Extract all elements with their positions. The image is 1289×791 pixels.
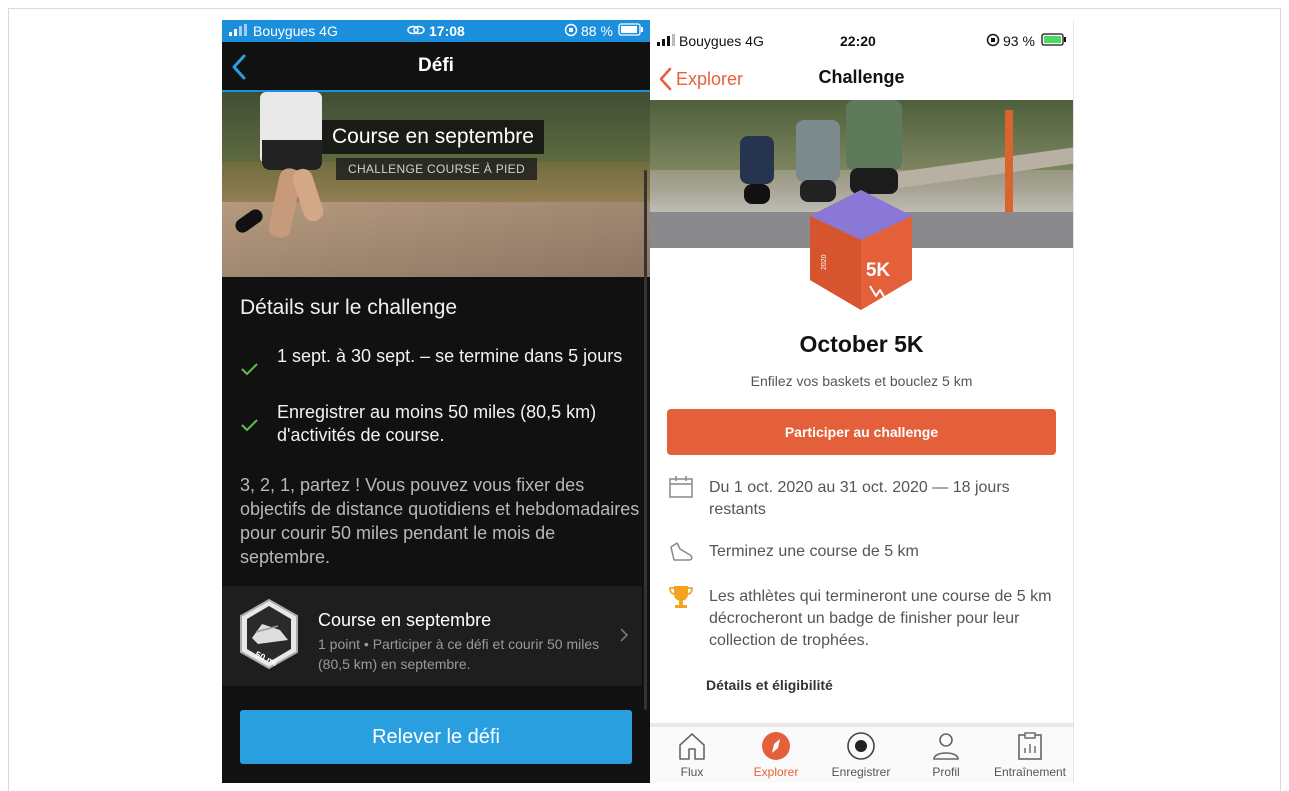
lock-rotation-icon: [986, 33, 1000, 50]
tab-label: Flux: [680, 765, 704, 779]
challenge-description: 3, 2, 1, partez ! Vous pouvez vous fixer…: [240, 475, 640, 567]
carrier-label: Bouygues 4G: [253, 23, 338, 39]
status-time: 17:08: [429, 23, 465, 39]
record-icon: [847, 732, 875, 760]
profile-icon: [933, 733, 959, 760]
tab-enregistrer[interactable]: Enregistrer: [819, 731, 903, 783]
runner-figure: [796, 120, 840, 182]
link-icon: [407, 23, 425, 39]
badge-card[interactable]: 50 mi Course en septembre 1 point • Part…: [222, 586, 642, 686]
runner-figure: [740, 136, 774, 184]
check-icon: [241, 419, 258, 432]
calendar-icon: [669, 476, 693, 498]
badge-year: 2020: [821, 254, 828, 270]
challenge-tagline: Enfilez vos baskets et bouclez 5 km: [750, 373, 973, 389]
tab-label: Explorer: [753, 765, 799, 779]
details-item-dates: 1 sept. à 30 sept. – se termine dans 5 j…: [277, 346, 623, 366]
info-row-reward: Les athlètes qui termineront une course …: [709, 588, 1052, 649]
lock-rotation-icon: [564, 23, 578, 40]
battery-icon: [618, 23, 644, 40]
scrollbar[interactable]: [644, 170, 647, 710]
tab-profil[interactable]: Profil: [904, 731, 988, 783]
status-time: 22:20: [840, 33, 876, 49]
hero-tag: CHALLENGE COURSE À PIED: [336, 158, 537, 180]
join-challenge-button[interactable]: Participer au challenge: [667, 409, 1056, 455]
details-item-goal: Enregistrer au moins 50 miles (80,5 km) …: [277, 402, 597, 445]
strava-challenge-screen: Bouygues 4G 22:20 93 % Explorer Challeng…: [650, 20, 1074, 783]
details-heading: Détails sur le challenge: [240, 296, 458, 319]
details-eligibility-link[interactable]: Détails et éligibilité: [706, 677, 833, 693]
chevron-right-icon: [620, 628, 629, 642]
tab-explorer[interactable]: Explorer: [734, 731, 818, 783]
home-icon: [679, 733, 705, 760]
tab-entrainement[interactable]: Entraînement: [988, 731, 1072, 783]
info-row-dates: Du 1 oct. 2020 au 31 oct. 2020 — 18 jour…: [709, 479, 1010, 518]
tab-label: Profil: [932, 765, 960, 779]
frame-border-left: [8, 8, 9, 791]
challenge-name: October 5K: [799, 331, 924, 357]
carrier-label: Bouygues 4G: [679, 33, 764, 49]
card-subtitle: 1 point • Participer à ce défi et courir…: [318, 636, 600, 672]
battery-icon: [1041, 33, 1067, 50]
hero-title: Course en septembre: [322, 120, 544, 154]
challenge-badge-icon: 5K 2020: [810, 190, 912, 310]
tab-label: Entraînement: [993, 765, 1067, 779]
page-title: Challenge: [818, 67, 905, 87]
check-icon: [241, 363, 258, 376]
shoe-badge-icon: 50 mi: [240, 598, 298, 670]
frame-border-top: [8, 8, 1281, 9]
hero-image: Course en septembre CHALLENGE COURSE À P…: [222, 92, 650, 277]
tab-flux[interactable]: Flux: [650, 731, 734, 783]
tab-bar: Flux Explorer Enregistrer Profil Entraîn…: [650, 723, 1073, 783]
battery-level: 93 %: [1003, 33, 1035, 49]
signal-icon: [228, 23, 248, 39]
shoe-icon: [670, 542, 693, 561]
frame-border-right: [1280, 8, 1281, 791]
battery-level: 88 %: [581, 23, 613, 39]
page-title: Défi: [418, 55, 454, 76]
status-bar: Bouygues 4G 22:20 93 %: [650, 20, 1073, 60]
card-title: Course en septembre: [318, 610, 492, 630]
nav-bar: Explorer Challenge: [650, 60, 1073, 100]
training-icon: [1018, 732, 1042, 760]
trophy-icon: [669, 586, 693, 608]
compass-icon: [762, 732, 790, 760]
signal-icon: [656, 33, 676, 49]
runner-figure: [846, 100, 902, 170]
nav-bar: Défi: [222, 42, 650, 92]
badge-label: 5K: [866, 260, 891, 281]
accept-challenge-button[interactable]: Relever le défi: [240, 710, 632, 764]
status-bar: Bouygues 4G 17:08 88 %: [222, 20, 650, 42]
tab-label: Enregistrer: [831, 765, 891, 779]
garmin-challenge-screen: Bouygues 4G 17:08 88 % Défi Course en se…: [222, 20, 650, 783]
info-row-goal: Terminez une course de 5 km: [709, 543, 919, 560]
